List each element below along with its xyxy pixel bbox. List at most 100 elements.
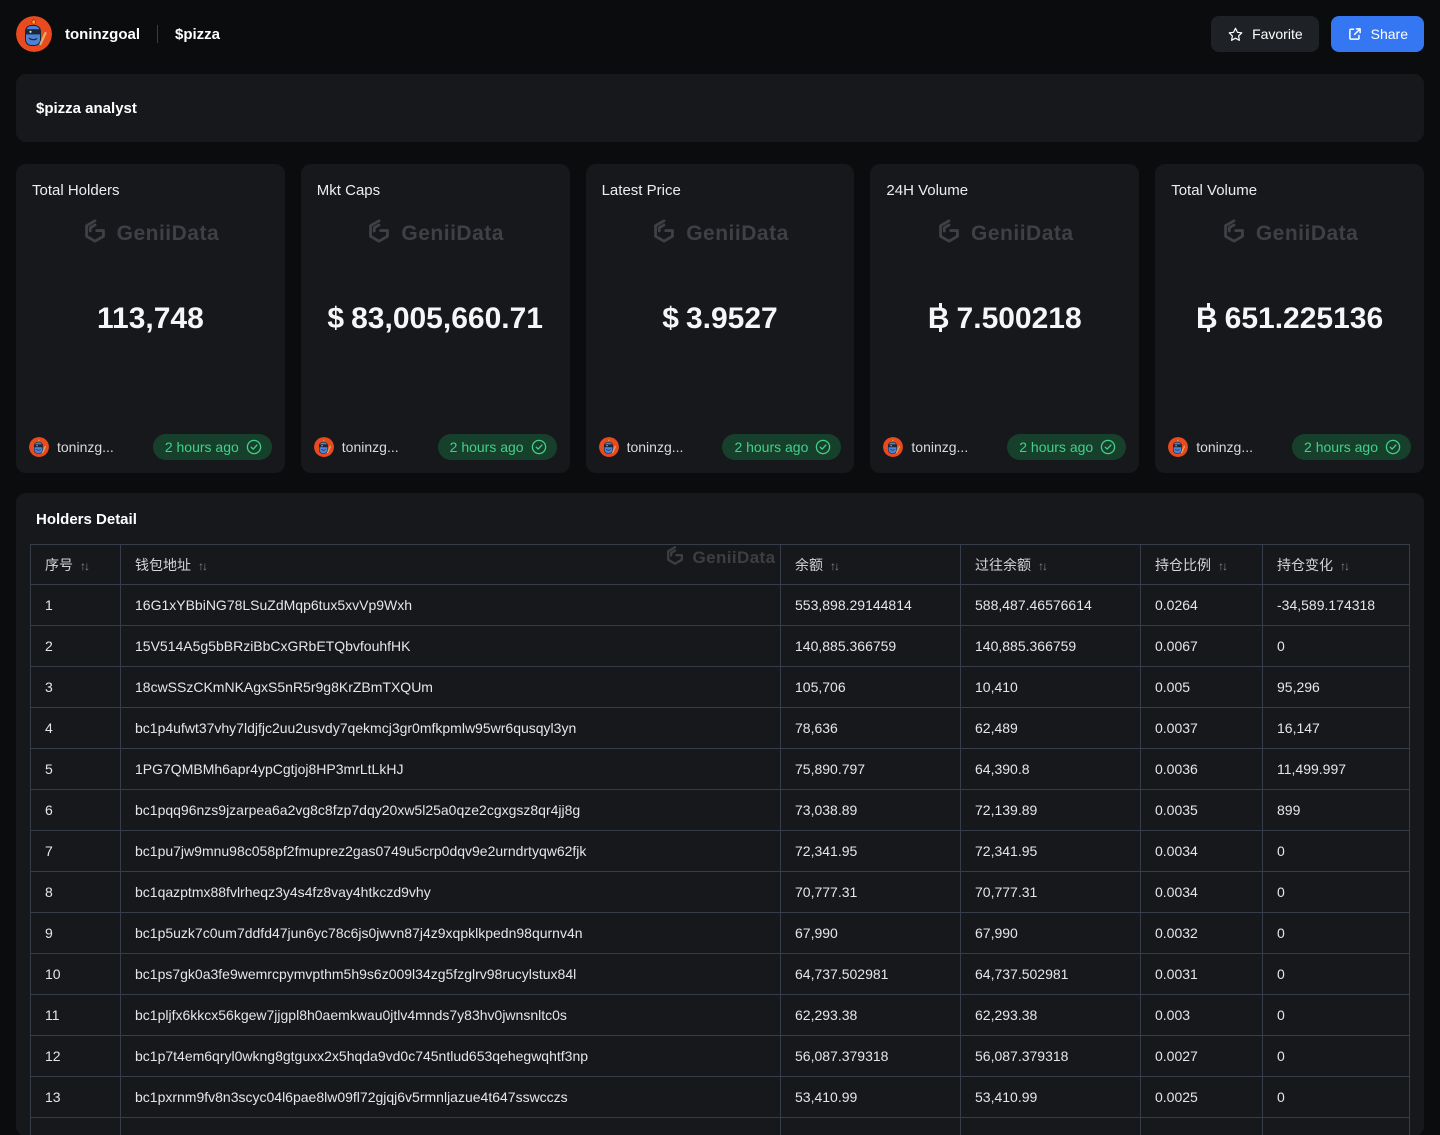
cell-address: bc1p7t4em6qryl0wkng8gtguxx2x5hqda9vd0c74…: [121, 1036, 781, 1077]
updated-badge: 2 hours ago: [1292, 434, 1411, 460]
currency-symbol: B: [1196, 302, 1218, 336]
updated-label: 2 hours ago: [450, 439, 524, 455]
author-avatar: [29, 437, 49, 457]
cell-address: 16G1xYBbiNG78LSuZdMqp6tux5xvVp9Wxh: [121, 585, 781, 626]
geniidata-watermark: GeniiData: [586, 218, 855, 249]
cell-previous-balance: 70,777.31: [961, 872, 1141, 913]
author-name: toninzg...: [627, 439, 684, 455]
cell-index: 12: [31, 1036, 121, 1077]
column-header-holding-ratio[interactable]: 持仓比例↑↓: [1141, 545, 1263, 585]
check-circle-icon: [531, 439, 547, 455]
stat-card: Total Volume GeniiData B651.225136 tonin…: [1155, 164, 1424, 473]
geniidata-watermark: GeniiData: [870, 218, 1139, 249]
cell-address: bc1qazptmx88fvlrheqz3y4s4fz8vay4htkczd9v…: [121, 872, 781, 913]
cell-balance: 105,706: [781, 667, 961, 708]
table-row: 9bc1p5uzk7c0um7ddfd47jun6yc78c6js0jwvn87…: [31, 913, 1410, 954]
cell-holding-ratio: 0.0032: [1141, 913, 1263, 954]
cell-previous-balance: 62,489: [961, 708, 1141, 749]
column-header-index[interactable]: 序号↑↓: [31, 545, 121, 585]
cell-holding-change: 0: [1263, 872, 1410, 913]
cell-previous-balance: 64,737.502981: [961, 954, 1141, 995]
holders-panel: Holders Detail GeniiData 序号↑↓钱包地址↑↓余额↑↓过…: [16, 493, 1424, 1135]
cell-holding-change: 11,499.997: [1263, 749, 1410, 790]
updated-badge: 2 hours ago: [1007, 434, 1126, 460]
external-link-icon: [1347, 26, 1363, 42]
column-header-holding-change[interactable]: 持仓变化↑↓: [1263, 545, 1410, 585]
favorite-button[interactable]: Favorite: [1211, 16, 1319, 52]
table-body: 116G1xYBbiNG78LSuZdMqp6tux5xvVp9Wxh553,8…: [31, 585, 1410, 1135]
table-row: 11bc1pljfx6kkcx56kgew7jjgpl8h0aemkwau0jt…: [31, 995, 1410, 1036]
updated-label: 2 hours ago: [734, 439, 808, 455]
username: toninzgoal: [65, 26, 140, 43]
author-avatar: [1168, 437, 1188, 457]
card-value: 113,748: [30, 302, 271, 336]
cell-address: 18cwSSzCKmNKAgxS5nR5r9g8KrZBmTXQUm: [121, 667, 781, 708]
geniidata-watermark-text: GeniiData: [971, 222, 1074, 246]
cell-balance: 73,038.89: [781, 790, 961, 831]
card-number: 3.9527: [686, 302, 778, 335]
column-header-balance[interactable]: 余额↑↓: [781, 545, 961, 585]
card-value: $3.9527: [600, 302, 841, 336]
cell-holding-ratio: 0.0035: [1141, 790, 1263, 831]
cell-balance: 140,885.366759: [781, 626, 961, 667]
geniidata-watermark: GeniiData: [1155, 218, 1424, 249]
card-number: 113,748: [97, 302, 204, 335]
cell-index: 3: [31, 667, 121, 708]
cell-balance: [781, 1118, 961, 1135]
card-footer: toninzg... 2 hours ago: [1168, 434, 1411, 460]
card-author: toninzg...: [883, 437, 968, 457]
column-header-previous-balance[interactable]: 过往余额↑↓: [961, 545, 1141, 585]
breadcrumb-divider: [157, 25, 158, 43]
cell-previous-balance: 56,087.379318: [961, 1036, 1141, 1077]
cell-holding-ratio: 0.0025: [1141, 1077, 1263, 1118]
cell-index: 6: [31, 790, 121, 831]
cell-index: 13: [31, 1077, 121, 1118]
stat-card: Latest Price GeniiData $3.9527 toninzg..…: [586, 164, 855, 473]
cell-balance: 553,898.29144814: [781, 585, 961, 626]
top-actions: Favorite Share: [1211, 16, 1424, 52]
column-label: 持仓比例: [1155, 557, 1211, 573]
card-author: toninzg...: [314, 437, 399, 457]
cell-index: 8: [31, 872, 121, 913]
updated-label: 2 hours ago: [165, 439, 239, 455]
cell-index: 9: [31, 913, 121, 954]
card-footer: toninzg... 2 hours ago: [29, 434, 272, 460]
star-icon: [1227, 26, 1244, 43]
check-circle-icon: [246, 439, 262, 455]
cell-holding-change: [1263, 1118, 1410, 1135]
card-author: toninzg...: [1168, 437, 1253, 457]
column-header-address[interactable]: 钱包地址 ↑↓: [121, 545, 781, 585]
cell-index: 4: [31, 708, 121, 749]
column-label: 钱包地址: [135, 557, 191, 573]
card-number: 7.500218: [957, 302, 1082, 335]
geniidata-watermark: GeniiData: [301, 218, 570, 249]
cell-index: 5: [31, 749, 121, 790]
cell-previous-balance: 53,410.99: [961, 1077, 1141, 1118]
table-row: 215V514A5g5bBRziBbCxGRbETQbvfouhfHK140,8…: [31, 626, 1410, 667]
card-title: 24H Volume: [886, 182, 968, 199]
sort-arrows-icon: ↑↓: [198, 559, 206, 573]
cell-address: 1PG7QMBMh6apr4ypCgtjoj8HP3mrLtLkHJ: [121, 749, 781, 790]
table-row: 10bc1ps7gk0a3fe9wemrcpymvpthm5h9s6z009l3…: [31, 954, 1410, 995]
card-value: B7.500218: [884, 302, 1125, 336]
user-avatar[interactable]: [16, 16, 52, 52]
stat-card: 24H Volume GeniiData B7.500218 toninzg..…: [870, 164, 1139, 473]
cell-index: 2: [31, 626, 121, 667]
cell-address: bc1p4ufwt37vhy7ldjfjc2uu2usvdy7qekmcj3gr…: [121, 708, 781, 749]
holders-title: Holders Detail: [36, 511, 1404, 528]
author-name: toninzg...: [1196, 439, 1253, 455]
column-label: 余额: [795, 557, 823, 573]
cell-holding-ratio: 0.0034: [1141, 872, 1263, 913]
cell-address: 15V514A5g5bBRziBbCxGRbETQbvfouhfHK: [121, 626, 781, 667]
author-name: toninzg...: [911, 439, 968, 455]
cell-address: bc1ps7gk0a3fe9wemrcpymvpthm5h9s6z009l34z…: [121, 954, 781, 995]
updated-label: 2 hours ago: [1304, 439, 1378, 455]
cell-index: 1: [31, 585, 121, 626]
currency-symbol: B: [928, 302, 950, 336]
table-row: 116G1xYBbiNG78LSuZdMqp6tux5xvVp9Wxh553,8…: [31, 585, 1410, 626]
cell-previous-balance: 10,410: [961, 667, 1141, 708]
check-circle-icon: [1385, 439, 1401, 455]
share-button[interactable]: Share: [1331, 16, 1424, 52]
card-footer: toninzg... 2 hours ago: [314, 434, 557, 460]
card-title: Mkt Caps: [317, 182, 380, 199]
